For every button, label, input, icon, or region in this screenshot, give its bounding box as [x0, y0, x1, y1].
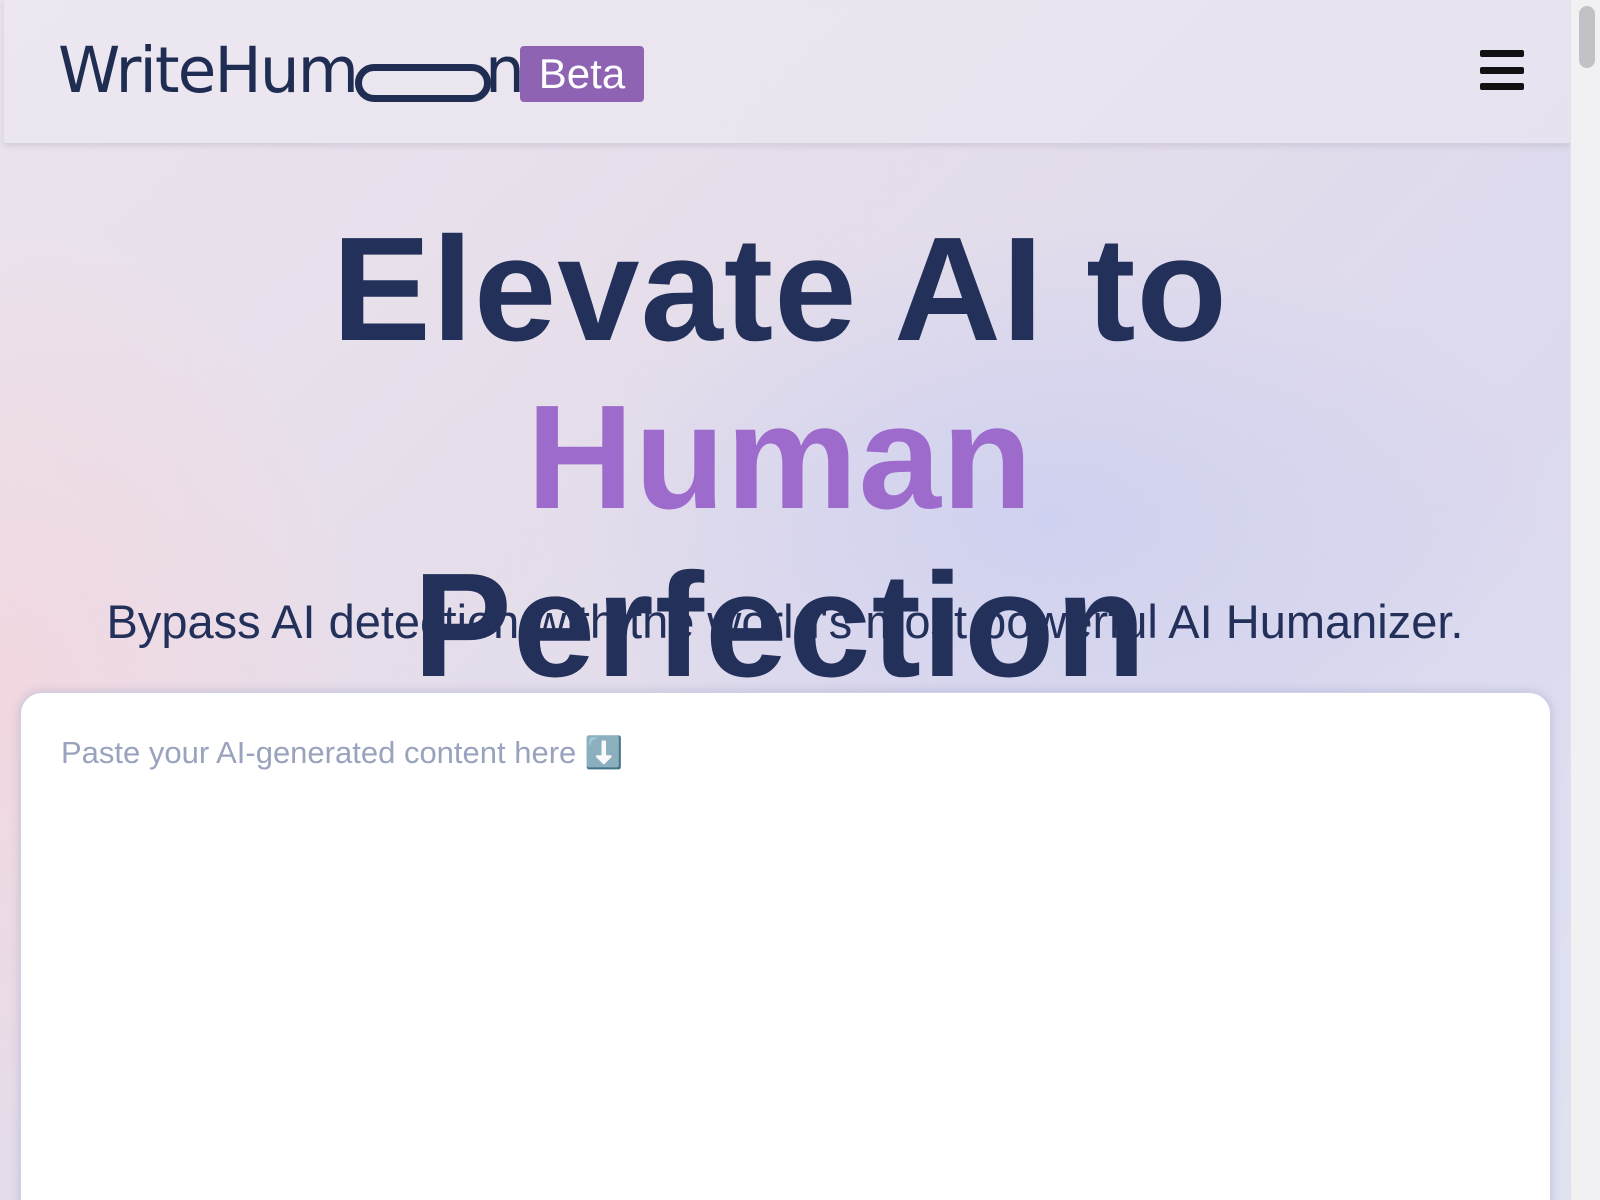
- page: WriteHum n Beta Elevate AI to Human Perfe…: [0, 0, 1570, 1200]
- logo-wordmark-end: n: [485, 34, 525, 107]
- ai-content-input[interactable]: [61, 733, 1511, 1193]
- beta-badge: Beta: [520, 46, 644, 102]
- headline-accent: Human: [526, 375, 1034, 540]
- logo-wordmark: WriteHum: [58, 34, 359, 107]
- logo-pill-glyph: [355, 64, 491, 102]
- editor-card: [20, 692, 1551, 1200]
- scrollbar-thumb[interactable]: [1579, 6, 1595, 68]
- headline-part-1: Elevate AI to: [332, 207, 1228, 372]
- hamburger-menu-icon[interactable]: [1480, 50, 1524, 90]
- site-header: WriteHum n Beta: [4, 0, 1570, 144]
- writehuman-logo[interactable]: WriteHum n: [58, 38, 525, 104]
- menu-bar: [1480, 83, 1524, 90]
- hero-subheadline: Bypass AI detection with the world's mos…: [106, 595, 1464, 648]
- menu-bar: [1480, 66, 1524, 74]
- page-scrollbar[interactable]: [1570, 0, 1600, 1200]
- menu-bar: [1480, 50, 1524, 57]
